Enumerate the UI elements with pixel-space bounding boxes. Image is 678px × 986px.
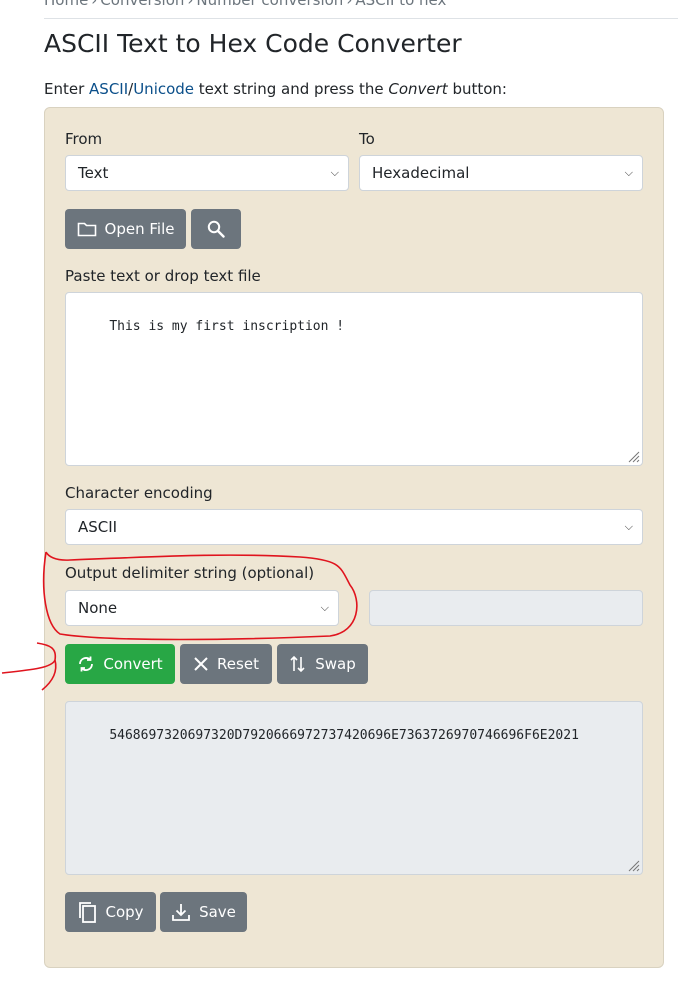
download-icon — [171, 902, 191, 922]
resize-handle-icon[interactable] — [626, 858, 640, 872]
from-select[interactable]: Text ⌵ — [65, 155, 349, 191]
output-textarea[interactable]: 5468697320697320D7920666972737420696E736… — [65, 701, 643, 875]
intro-middle: text string and press the — [194, 80, 389, 98]
open-file-label: Open File — [104, 220, 175, 238]
convert-label: Convert — [103, 655, 163, 673]
breadcrumb-home[interactable]: Home — [44, 0, 88, 9]
breadcrumb-separator: › — [187, 0, 194, 9]
input-text: This is my first inscription ! — [109, 319, 345, 334]
delimiter-label: Output delimiter string (optional) — [65, 564, 315, 582]
reset-button[interactable]: Reset — [180, 644, 272, 684]
breadcrumb-separator: › — [346, 0, 353, 9]
chevron-down-icon: ⌵ — [624, 520, 633, 533]
delimiter-custom-input[interactable] — [369, 590, 643, 626]
breadcrumb-separator: › — [91, 0, 98, 9]
ascii-link[interactable]: ASCII — [89, 80, 128, 98]
swap-label: Swap — [315, 655, 356, 673]
encoding-select-value: ASCII — [78, 518, 118, 536]
reset-label: Reset — [217, 655, 259, 673]
delimiter-select[interactable]: None ⌵ — [65, 590, 339, 626]
input-label: Paste text or drop text file — [65, 267, 261, 285]
unicode-link[interactable]: Unicode — [133, 80, 194, 98]
intro-text: Enter ASCII/Unicode text string and pres… — [44, 80, 507, 98]
swap-button[interactable]: Swap — [277, 644, 368, 684]
intro-emphasis: Convert — [388, 80, 448, 98]
from-select-value: Text — [78, 164, 109, 182]
search-icon — [207, 220, 225, 238]
breadcrumb-current: ASCII to hex — [355, 0, 447, 9]
to-select[interactable]: Hexadecimal ⌵ — [359, 155, 643, 191]
folder-icon — [77, 221, 97, 237]
swap-arrows-icon — [289, 655, 307, 673]
refresh-icon — [77, 655, 95, 673]
chevron-down-icon: ⌵ — [320, 601, 329, 614]
encoding-label: Character encoding — [65, 484, 213, 502]
chevron-down-icon: ⌵ — [330, 166, 339, 179]
save-label: Save — [199, 903, 236, 921]
copy-button[interactable]: Copy — [65, 892, 156, 932]
from-label: From — [65, 130, 103, 148]
input-textarea[interactable]: This is my first inscription ! — [65, 292, 643, 466]
breadcrumb: Home › Conversion › Number conversion › ASCII … — [44, 0, 678, 19]
output-text: 5468697320697320D7920666972737420696E736… — [109, 728, 579, 743]
open-file-button[interactable]: Open File — [65, 209, 186, 249]
intro-prefix: Enter — [44, 80, 90, 98]
encoding-select[interactable]: ASCII ⌵ — [65, 509, 643, 545]
copy-icon — [77, 901, 97, 923]
to-label: To — [359, 130, 375, 148]
chevron-down-icon: ⌵ — [624, 166, 633, 179]
resize-handle-icon[interactable] — [626, 449, 640, 463]
to-select-value: Hexadecimal — [372, 164, 470, 182]
intro-suffix: button: — [447, 80, 507, 98]
page-title: ASCII Text to Hex Code Converter — [44, 29, 462, 58]
save-button[interactable]: Save — [160, 892, 247, 932]
search-button[interactable] — [191, 209, 241, 249]
breadcrumb-conversion[interactable]: Conversion — [100, 0, 184, 9]
breadcrumb-number-conversion[interactable]: Number conversion — [196, 0, 343, 9]
copy-label: Copy — [105, 903, 144, 921]
converter-panel: From Text ⌵ To Hexadecimal ⌵ Open File P… — [44, 107, 664, 968]
x-icon — [193, 656, 209, 672]
convert-button[interactable]: Convert — [65, 644, 175, 684]
delimiter-select-value: None — [78, 599, 118, 617]
